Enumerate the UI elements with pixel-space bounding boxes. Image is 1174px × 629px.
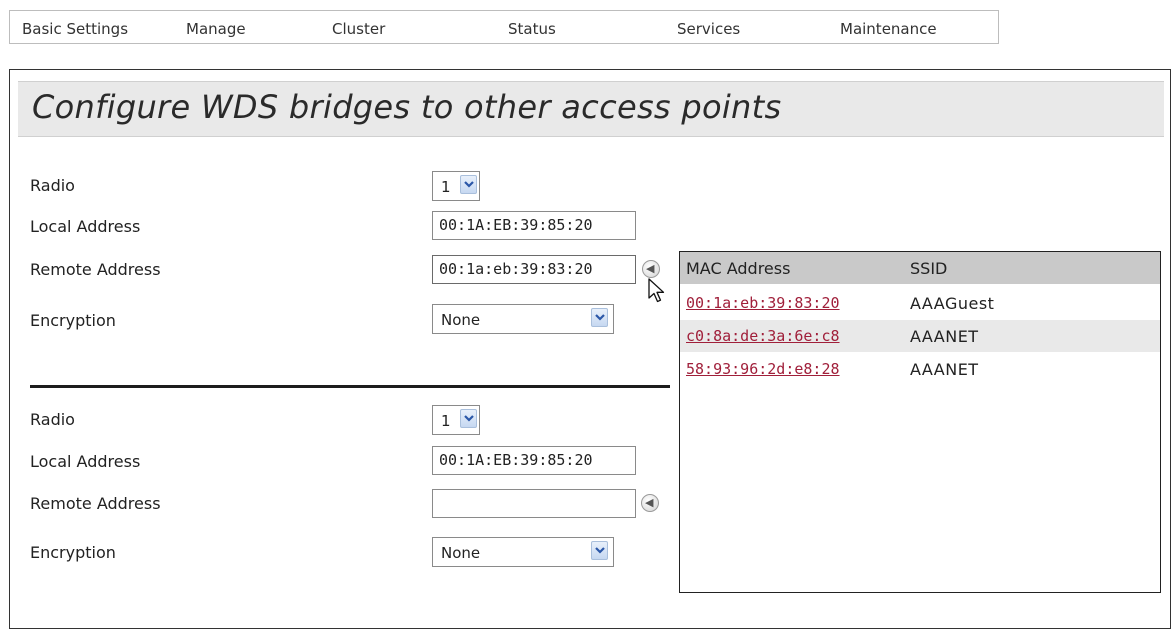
encryption-label: Encryption [30,543,116,562]
arrow-left-icon: ◀ [645,496,654,509]
arrow-left-icon: ◀ [646,262,655,275]
mac-link[interactable]: 00:1a:eb:39:83:20 [686,294,840,312]
chevron-down-icon [460,175,477,194]
remote-address-field-2[interactable] [432,489,636,518]
nav-services[interactable]: Services [677,20,740,38]
scan-button-1[interactable]: ◀ [642,260,660,278]
mac-address-header: MAC Address [686,259,791,278]
radio-select-1[interactable]: 1 [432,171,480,201]
mouse-pointer-icon [648,278,666,308]
remote-address-label: Remote Address [30,260,161,279]
ssid-value: AAANET [910,360,979,379]
chevron-down-icon [591,541,608,560]
remote-address-field-1[interactable]: 00:1a:eb:39:83:20 [432,255,636,284]
section-divider [30,385,670,388]
encryption-select-2[interactable]: None [432,537,614,567]
list-item: 00:1a:eb:39:83:20 AAAGuest [680,287,1160,319]
nav-basic-settings[interactable]: Basic Settings [22,20,128,38]
remote-address-label: Remote Address [30,494,161,513]
local-address-field-1[interactable]: 00:1A:EB:39:85:20 [432,211,636,240]
encryption-select-1[interactable]: None [432,304,614,334]
list-item: c0:8a:de:3a:6e:c8 AAANET [680,320,1160,352]
nav-manage[interactable]: Manage [186,20,246,38]
ssid-value: AAANET [910,327,979,346]
radio-value: 1 [441,412,451,430]
mac-link[interactable]: 58:93:96:2d:e8:28 [686,360,840,378]
radio-label: Radio [30,176,75,195]
ssid-value: AAAGuest [910,294,995,313]
encryption-label: Encryption [30,311,116,330]
nav-cluster[interactable]: Cluster [332,20,385,38]
popup-header: MAC Address SSID [680,252,1160,284]
top-nav: Basic Settings Manage Cluster Status Ser… [9,10,999,44]
encryption-value: None [441,311,481,329]
scan-button-2[interactable]: ◀ [641,494,659,512]
local-address-label: Local Address [30,452,141,471]
chevron-down-icon [460,409,477,428]
ssid-header: SSID [910,259,948,278]
encryption-value: None [441,544,481,562]
list-item: 58:93:96:2d:e8:28 AAANET [680,353,1160,385]
page-title: Configure WDS bridges to other access po… [32,88,782,126]
local-address-label: Local Address [30,217,141,236]
radio-value: 1 [441,178,451,196]
scan-results-popup: MAC Address SSID 00:1a:eb:39:83:20 AAAGu… [679,251,1161,593]
chevron-down-icon [591,308,608,327]
title-bar: Configure WDS bridges to other access po… [18,81,1164,137]
mac-link[interactable]: c0:8a:de:3a:6e:c8 [686,327,840,345]
nav-status[interactable]: Status [508,20,556,38]
radio-label: Radio [30,410,75,429]
nav-maintenance[interactable]: Maintenance [840,20,937,38]
radio-select-2[interactable]: 1 [432,405,480,435]
local-address-field-2[interactable]: 00:1A:EB:39:85:20 [432,446,636,475]
